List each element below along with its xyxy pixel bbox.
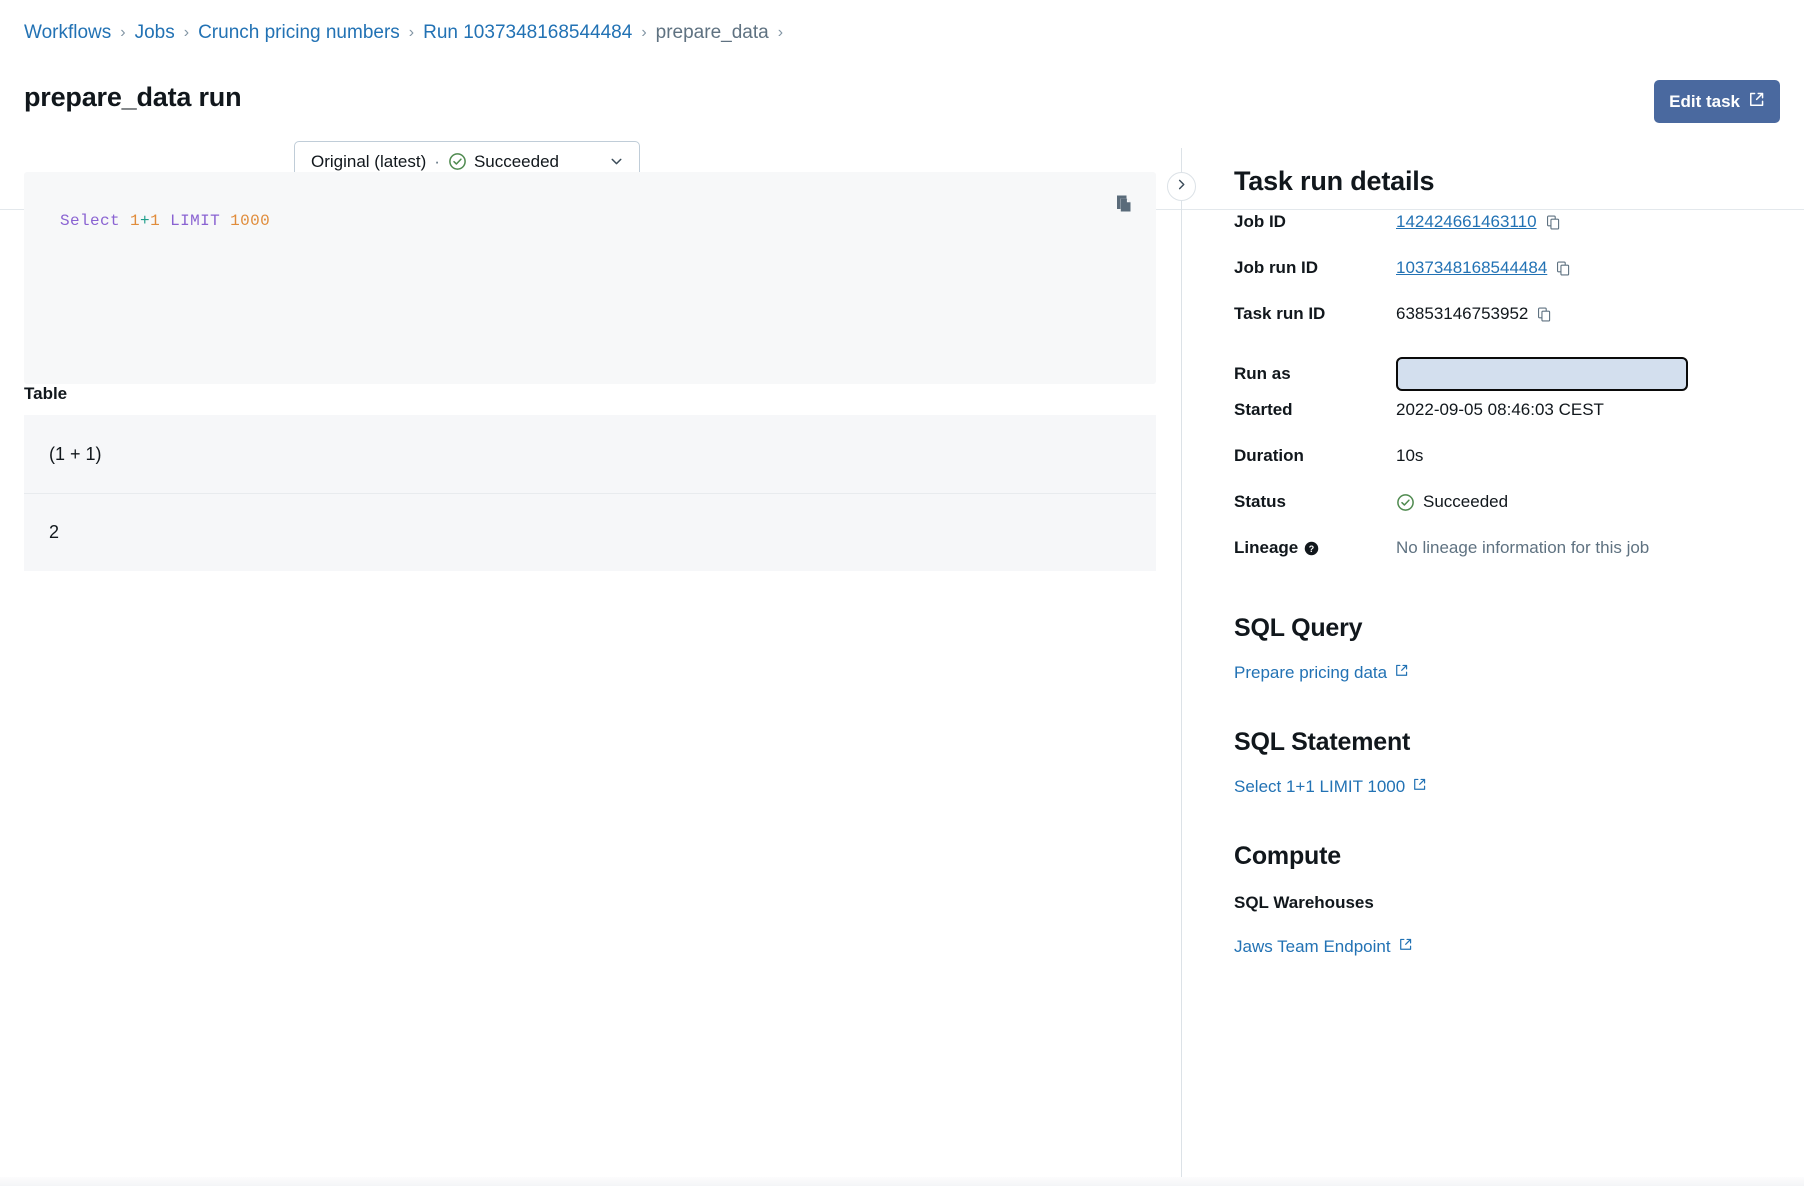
help-circle-icon[interactable]: ? [1304, 541, 1319, 556]
detail-row-run-as: Run as [1234, 348, 1794, 398]
collapse-panel-button[interactable] [1167, 172, 1196, 201]
sql-token-number: 1 [150, 212, 160, 230]
footer-fade [0, 1177, 1804, 1186]
page-header: prepare_data run Original (latest) · Suc… [0, 62, 1804, 148]
detail-row-duration: Duration 10s [1234, 444, 1794, 490]
detail-value: Succeeded [1396, 490, 1508, 512]
check-circle-icon [1396, 493, 1415, 512]
page-title: prepare_data run [24, 82, 241, 113]
sql-warehouse-link-label: Jaws Team Endpoint [1234, 937, 1391, 957]
edit-task-label: Edit task [1669, 92, 1740, 112]
table-section-label: Table [24, 384, 67, 404]
copy-icon[interactable] [1536, 306, 1553, 323]
breadcrumb-separator: › [409, 20, 414, 46]
table-column-header: (1 + 1) [49, 444, 102, 465]
breadcrumb-separator: › [120, 20, 125, 46]
job-run-id-link[interactable]: 1037348168544484 [1396, 258, 1547, 278]
detail-list: Job ID 142424661463110 Job run ID 103734… [1234, 210, 1794, 582]
detail-label: Job ID [1234, 210, 1396, 232]
detail-value [1396, 356, 1688, 391]
table-header-row: (1 + 1) [24, 415, 1156, 493]
sql-token-number: 1 [130, 212, 140, 230]
detail-label: Status [1234, 490, 1396, 512]
table-row: 2 [24, 493, 1156, 571]
section-title: SQL Statement [1234, 728, 1794, 757]
breadcrumb-item-task: prepare_data [656, 20, 769, 46]
external-link-icon [1394, 663, 1409, 683]
job-id-link[interactable]: 142424661463110 [1396, 212, 1537, 232]
detail-row-task-run-id: Task run ID 63853146753952 [1234, 302, 1794, 348]
detail-row-job-id: Job ID 142424661463110 [1234, 210, 1794, 256]
breadcrumb: Workflows › Jobs › Crunch pricing number… [24, 20, 792, 46]
detail-row-lineage: Lineage ? No lineage information for thi… [1234, 536, 1794, 582]
sql-query-link[interactable]: Prepare pricing data [1234, 663, 1409, 683]
detail-label-text: Lineage [1234, 538, 1298, 558]
result-table: (1 + 1) 2 [24, 415, 1156, 571]
svg-text:?: ? [1309, 543, 1314, 553]
section-sql-statement: SQL Statement Select 1+1 LIMIT 1000 [1234, 728, 1794, 797]
sql-statement-link-label: Select 1+1 LIMIT 1000 [1234, 777, 1405, 797]
sql-token-number: 1000 [230, 212, 270, 230]
detail-label: Lineage ? [1234, 536, 1396, 558]
detail-value: 1037348168544484 [1396, 256, 1572, 278]
edit-task-button[interactable]: Edit task [1654, 80, 1780, 123]
section-title: Compute [1234, 842, 1794, 871]
detail-value: 142424661463110 [1396, 210, 1562, 232]
breadcrumb-item-workflows[interactable]: Workflows [24, 20, 111, 46]
copy-icon[interactable] [1545, 214, 1562, 231]
detail-label: Run as [1234, 362, 1396, 384]
sql-warehouse-link[interactable]: Jaws Team Endpoint [1234, 937, 1413, 957]
sql-statement-link[interactable]: Select 1+1 LIMIT 1000 [1234, 777, 1427, 797]
sql-code-text: Select 1+1 LIMIT 1000 [60, 212, 270, 230]
lineage-value: No lineage information for this job [1396, 536, 1649, 558]
chevron-right-icon [1174, 177, 1189, 197]
external-link-icon [1748, 91, 1765, 113]
breadcrumb-separator: › [778, 20, 783, 46]
detail-label: Started [1234, 398, 1396, 420]
section-sql-query: SQL Query Prepare pricing data [1234, 614, 1794, 683]
detail-value: 63853146753952 [1396, 302, 1553, 324]
copy-icon[interactable] [1555, 260, 1572, 277]
breadcrumb-item-jobs[interactable]: Jobs [135, 20, 175, 46]
run-as-redacted-field[interactable] [1396, 357, 1688, 391]
external-link-icon [1412, 777, 1427, 797]
section-compute: Compute SQL Warehouses Jaws Team Endpoin… [1234, 842, 1794, 957]
breadcrumb-separator: › [184, 20, 189, 46]
breadcrumb-item-run[interactable]: Run 1037348168544484 [423, 20, 632, 46]
panel-title: Task run details [1234, 166, 1434, 197]
section-title: SQL Query [1234, 614, 1794, 643]
compute-subtitle: SQL Warehouses [1234, 893, 1794, 913]
copy-icon[interactable] [1108, 188, 1140, 220]
task-run-page: Workflows › Jobs › Crunch pricing number… [0, 0, 1804, 1186]
external-link-icon [1398, 937, 1413, 957]
sql-token-keyword: LIMIT [170, 212, 220, 230]
table-cell: 2 [49, 522, 59, 543]
sql-token-keyword: Select [60, 212, 120, 230]
detail-label: Task run ID [1234, 302, 1396, 324]
left-pane: Select 1+1 LIMIT 1000 Table (1 + 1) 2 [0, 148, 1181, 1186]
status-label: Succeeded [1423, 492, 1508, 512]
sql-query-link-label: Prepare pricing data [1234, 663, 1387, 683]
detail-value: 2022-09-05 08:46:03 CEST [1396, 398, 1604, 420]
task-run-id-value: 63853146753952 [1396, 304, 1528, 324]
detail-label: Job run ID [1234, 256, 1396, 278]
sql-code-block: Select 1+1 LIMIT 1000 [24, 172, 1156, 384]
sql-token-operator: + [140, 212, 150, 230]
task-run-details-panel: Task run details Job ID 142424661463110 [1182, 148, 1804, 1186]
detail-label: Duration [1234, 444, 1396, 466]
breadcrumb-separator: › [641, 20, 646, 46]
detail-value: 10s [1396, 444, 1423, 466]
breadcrumb-item-job[interactable]: Crunch pricing numbers [198, 20, 400, 46]
detail-row-job-run-id: Job run ID 1037348168544484 [1234, 256, 1794, 302]
detail-row-status: Status Succeeded [1234, 490, 1794, 536]
detail-row-started: Started 2022-09-05 08:46:03 CEST [1234, 398, 1794, 444]
